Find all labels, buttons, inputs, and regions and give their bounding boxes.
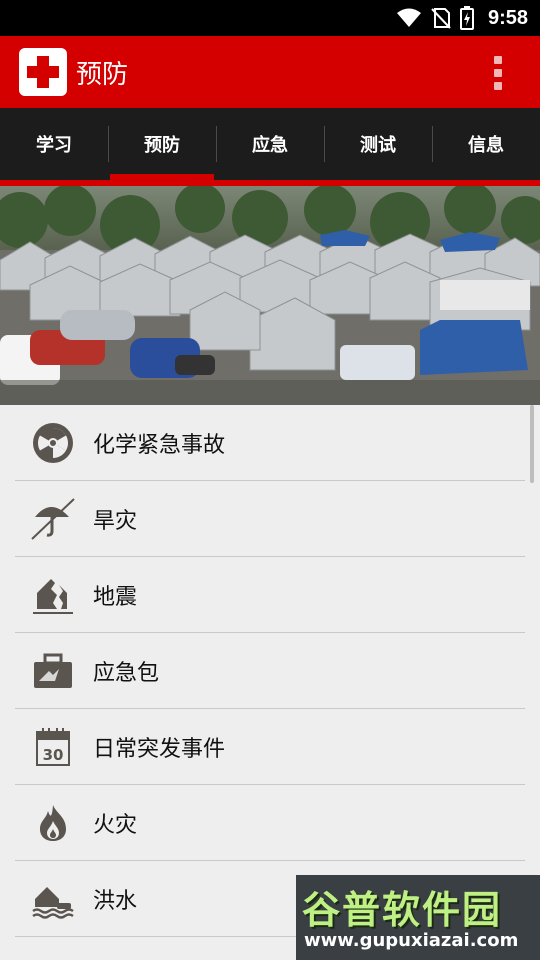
- radiation-icon: [23, 413, 83, 473]
- watermark: 谷普软件园 www.gupuxiazai.com: [296, 875, 540, 960]
- list-item-emergency-kit[interactable]: 应急包: [15, 633, 525, 709]
- flood-house-icon: [23, 869, 83, 929]
- list-item-earthquake[interactable]: 地震: [15, 557, 525, 633]
- watermark-url: www.gupuxiazai.com: [304, 930, 519, 951]
- status-time: 9:58: [487, 6, 528, 29]
- earthquake-house-icon: [23, 565, 83, 625]
- app-bar: 预防: [0, 36, 540, 108]
- tab-study[interactable]: 学习: [0, 108, 108, 180]
- overflow-menu-icon[interactable]: [486, 56, 510, 90]
- svg-text:30: 30: [43, 746, 64, 764]
- list-item-label: 旱灾: [93, 508, 138, 534]
- list-item-daily-emergencies[interactable]: 30 日常突发事件: [15, 709, 525, 785]
- calendar-30-icon: 30: [23, 717, 83, 777]
- list-item-fire[interactable]: 火灾: [15, 785, 525, 861]
- list-item-label: 洪水: [93, 888, 138, 914]
- list-item-label: 火灾: [93, 812, 138, 838]
- tab-test[interactable]: 测试: [324, 108, 432, 180]
- fire-icon: [23, 793, 83, 853]
- tab-prevention[interactable]: 预防: [108, 108, 216, 180]
- tab-info[interactable]: 信息: [432, 108, 540, 180]
- banner-image: [0, 180, 540, 405]
- list-item-chemical[interactable]: 化学紧急事故: [15, 405, 525, 481]
- status-bar: 9:58: [0, 0, 540, 36]
- list-item-label: 应急包: [93, 660, 160, 686]
- drought-umbrella-icon: [23, 489, 83, 549]
- list-item-drought[interactable]: 旱灾: [15, 481, 525, 557]
- tab-emergency[interactable]: 应急: [216, 108, 324, 180]
- tab-bar: 学习 预防 应急 测试 信息: [0, 108, 540, 180]
- page-title: 预防: [76, 59, 129, 90]
- list-item-label: 地震: [93, 584, 138, 610]
- no-sim-icon: [431, 8, 451, 29]
- list-item-label: 日常突发事件: [93, 736, 226, 762]
- battery-charging-icon: [459, 6, 474, 30]
- list-item-label: 化学紧急事故: [93, 432, 226, 458]
- wifi-icon: [396, 8, 421, 27]
- red-cross-logo-icon: [19, 48, 67, 96]
- emergency-kit-icon: [23, 641, 83, 701]
- watermark-title: 谷普软件园: [302, 887, 503, 932]
- list-scrollbar[interactable]: [530, 405, 534, 483]
